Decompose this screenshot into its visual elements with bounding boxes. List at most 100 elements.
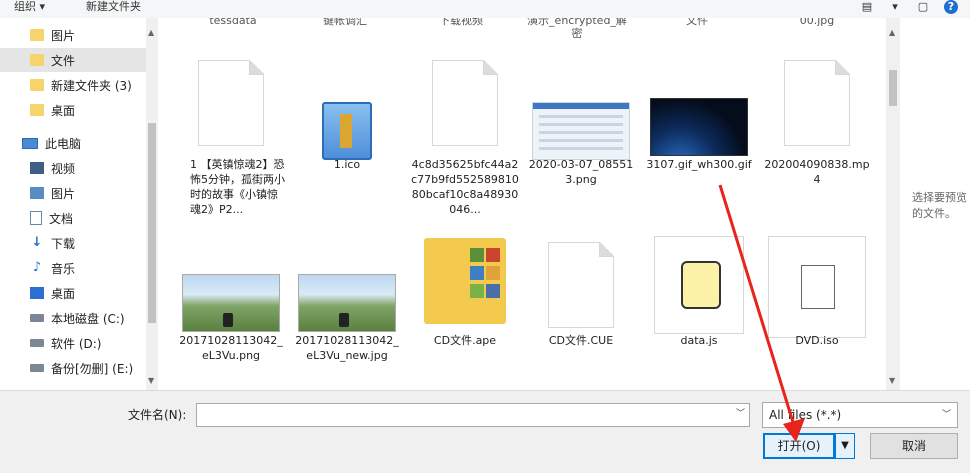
nav-label: 图片 <box>51 28 76 43</box>
nav-item-downloads[interactable]: ↓ 下载 <box>0 231 146 255</box>
document-icon <box>784 60 850 146</box>
nav-item-drive-e[interactable]: 备份[勿删] (E:) <box>0 356 146 380</box>
file-item[interactable]: 202004090838.mp4 <box>762 60 872 230</box>
download-icon: ↓ <box>31 235 43 250</box>
filename-input[interactable] <box>196 403 750 427</box>
file-name: 20171028113042_eL3Vu_new.jpg <box>295 334 399 362</box>
file-item[interactable]: 1 【英镇惊魂2】恐怖5分钟，孤街两小时的故事《小镇惊魂2》P2... <box>176 60 286 230</box>
file-item[interactable]: CD文件.CUE <box>526 236 636 386</box>
new-folder-button[interactable]: 新建文件夹 <box>86 0 141 14</box>
file-label-cut[interactable]: 键帐调汇 <box>290 18 400 27</box>
file-list: tessdata 键帐调汇 下载视频 演示_encrypted_解密 文件 00… <box>158 18 886 390</box>
nav-item-desktop[interactable]: 桌面 <box>0 281 146 305</box>
disc-image-icon <box>768 236 866 338</box>
nav-item-files-folder[interactable]: 文件 <box>0 48 146 72</box>
ico-file-icon <box>322 102 372 160</box>
preview-line: 选择要预览 <box>912 191 967 204</box>
nav-item-drive-d[interactable]: 软件 (D:) <box>0 331 146 355</box>
nav-item-this-pc[interactable]: 此电脑 <box>0 131 146 155</box>
file-item[interactable]: DVD.iso <box>762 236 872 386</box>
nav-label: 文档 <box>49 211 74 226</box>
nav-label: 文件 <box>51 53 76 68</box>
filename-label: 文件名(N): <box>128 408 187 422</box>
file-item[interactable]: data.js <box>644 236 754 386</box>
photo-thumbnail <box>298 274 396 332</box>
file-type-select[interactable]: All files (*.*) ﹀ <box>762 402 958 428</box>
cancel-button[interactable]: 取消 <box>870 433 958 459</box>
preview-pane-icon[interactable]: ▢ <box>916 0 930 14</box>
file-name: 202004090838.mp4 <box>764 158 870 186</box>
chevron-down-icon[interactable]: ▾ <box>888 0 902 14</box>
video-icon <box>30 162 44 174</box>
chevron-down-icon[interactable]: ﹀ <box>942 403 951 427</box>
document-icon <box>548 242 614 328</box>
file-label-cut[interactable]: 00.jpg <box>762 18 872 27</box>
file-item[interactable]: 20171028113042_eL3Vu.png <box>176 236 286 386</box>
nav-label: 桌面 <box>51 103 76 118</box>
nav-item-documents[interactable]: 文档 <box>0 206 146 230</box>
nav-item-videos[interactable]: 视频 <box>0 156 146 180</box>
file-label-cut[interactable]: tessdata <box>178 18 288 27</box>
png-thumbnail <box>532 102 630 160</box>
folder-icon <box>30 54 44 66</box>
open-dropdown-button[interactable]: ▼ <box>835 433 855 459</box>
command-bar: 组织 ▾ 新建文件夹 ▤ ▾ ▢ ? <box>0 0 970 18</box>
file-label-cut[interactable]: 下载视频 <box>406 18 516 27</box>
file-name: 4c8d35625bfc44a2c77b9fd55258981080bcaf10… <box>411 158 519 216</box>
folder-icon <box>30 104 44 116</box>
document-icon <box>198 60 264 146</box>
nav-label: 下载 <box>51 236 76 251</box>
file-name: 20171028113042_eL3Vu.png <box>179 334 283 362</box>
navigation-pane: 图片 文件 新建文件夹 (3) 桌面 此电脑 视频 图片 文档 ↓ 下载 ♪ 音乐 … <box>0 18 146 390</box>
nav-item-pictures-folder[interactable]: 图片 <box>0 23 146 47</box>
open-button[interactable]: 打开(O) <box>763 433 835 459</box>
file-name: DVD.iso <box>795 334 839 347</box>
file-name: 2020-03-07_085513.png <box>528 158 634 186</box>
file-name: data.js <box>680 334 718 347</box>
script-icon <box>654 236 744 334</box>
nav-label: 新建文件夹 (3) <box>51 78 132 93</box>
file-type-value: All files (*.*) <box>769 408 842 422</box>
scroll-down-icon[interactable]: ▼ <box>889 376 895 385</box>
drive-icon <box>30 339 44 347</box>
document-icon <box>30 211 42 225</box>
file-name: 1 【英镇惊魂2】恐怖5分钟，孤街两小时的故事《小镇惊魂2》P2... <box>190 158 285 216</box>
nav-item-desktop-folder[interactable]: 桌面 <box>0 98 146 122</box>
view-options-icon[interactable]: ▤ <box>860 0 874 14</box>
file-label-cut[interactable]: 演示_encrypted_解密 <box>522 18 632 40</box>
nav-item-new-folder-3[interactable]: 新建文件夹 (3) <box>0 73 146 97</box>
nav-item-drive-c[interactable]: 本地磁盘 (C:) <box>0 306 146 330</box>
file-label-cut[interactable]: 文件 <box>642 18 752 27</box>
nav-item-music[interactable]: ♪ 音乐 <box>0 256 146 280</box>
file-item[interactable]: 4c8d35625bfc44a2c77b9fd55258981080bcaf10… <box>410 60 520 230</box>
help-icon[interactable]: ? <box>944 0 958 14</box>
file-item[interactable]: 1.ico <box>292 60 402 230</box>
file-item[interactable]: CD文件.ape <box>410 236 520 386</box>
nav-label: 备份[勿删] (E:) <box>51 361 134 376</box>
picture-icon <box>30 187 44 199</box>
file-list-scrollbar-thumb[interactable] <box>889 70 897 106</box>
file-name: CD文件.CUE <box>548 334 614 347</box>
nav-scrollbar-thumb[interactable] <box>148 123 156 323</box>
nav-label: 此电脑 <box>45 136 82 151</box>
nav-label: 软件 (D:) <box>51 336 102 351</box>
music-icon: ♪ <box>32 260 42 275</box>
scroll-down-icon[interactable]: ▼ <box>148 376 154 385</box>
organize-menu[interactable]: 组织 ▾ <box>14 0 45 14</box>
drive-icon <box>30 314 44 322</box>
folder-thumbnail <box>424 238 506 324</box>
nav-label: 图片 <box>51 186 76 201</box>
nav-label: 视频 <box>51 161 76 176</box>
scroll-up-icon[interactable]: ▲ <box>889 28 895 37</box>
file-item[interactable]: 20171028113042_eL3Vu_new.jpg <box>292 236 402 386</box>
file-item[interactable]: 3107.gif_wh300.gif <box>644 60 754 230</box>
scroll-up-icon[interactable]: ▲ <box>148 28 154 37</box>
drive-icon <box>30 364 44 372</box>
preview-line: 的文件。 <box>912 207 956 220</box>
file-name: 3107.gif_wh300.gif <box>646 158 752 171</box>
file-item[interactable]: 2020-03-07_085513.png <box>526 60 636 230</box>
nav-label: 音乐 <box>51 261 76 276</box>
chevron-down-icon[interactable]: ﹀ <box>736 406 745 419</box>
nav-label: 桌面 <box>51 286 76 301</box>
nav-item-pictures[interactable]: 图片 <box>0 181 146 205</box>
